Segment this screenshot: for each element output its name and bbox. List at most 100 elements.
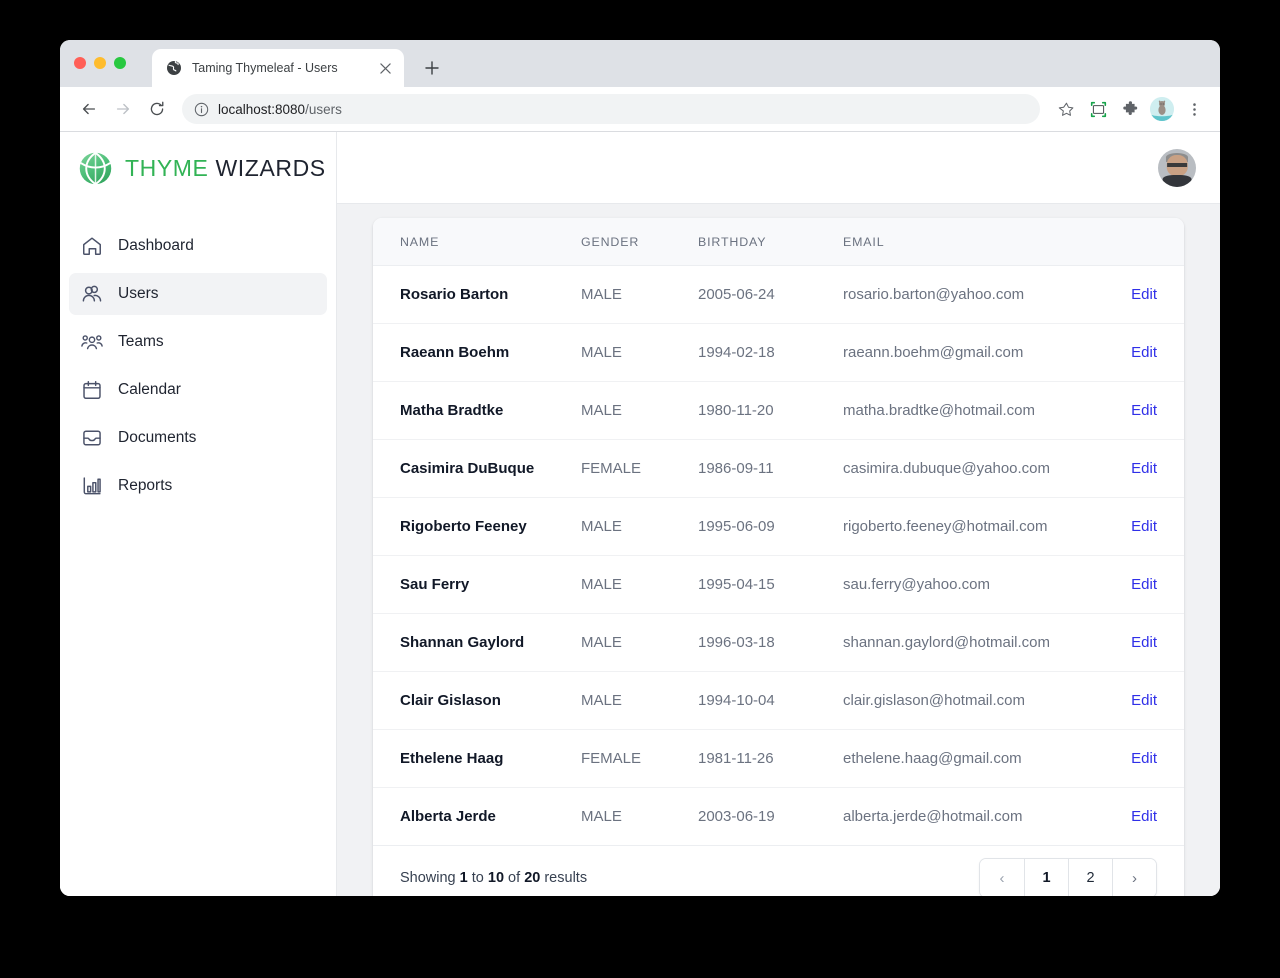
cell-birthday: 1995-06-09 bbox=[698, 497, 843, 556]
edit-link[interactable]: Edit bbox=[1131, 634, 1157, 651]
table-row[interactable]: Rosario Barton MALE 2005-06-24 rosario.b… bbox=[373, 265, 1184, 324]
home-icon bbox=[80, 235, 103, 258]
table-row[interactable]: Ethelene Haag FEMALE 1981-11-26 ethelene… bbox=[373, 729, 1184, 788]
table-header-row: NAME GENDER BIRTHDAY EMAIL bbox=[373, 218, 1184, 266]
sidebar-item-reports[interactable]: Reports bbox=[69, 465, 327, 507]
profile-avatar-icon[interactable] bbox=[1148, 95, 1176, 123]
cell-actions: Edit bbox=[1094, 787, 1184, 846]
extensions-puzzle-icon[interactable] bbox=[1116, 95, 1144, 123]
window-zoom-button[interactable] bbox=[114, 57, 126, 69]
cell-actions: Edit bbox=[1094, 497, 1184, 556]
cell-birthday: 1996-03-18 bbox=[698, 613, 843, 672]
table-row[interactable]: Alberta Jerde MALE 2003-06-19 alberta.je… bbox=[373, 787, 1184, 846]
cell-email: rosario.barton@yahoo.com bbox=[843, 265, 1094, 324]
cell-email: matha.bradtke@hotmail.com bbox=[843, 381, 1094, 440]
cell-actions: Edit bbox=[1094, 323, 1184, 382]
screen-capture-icon[interactable] bbox=[1084, 95, 1112, 123]
more-menu-icon[interactable] bbox=[1180, 95, 1208, 123]
pagination-page-1[interactable]: 1 bbox=[1024, 859, 1068, 896]
sidebar-item-documents[interactable]: Documents bbox=[69, 417, 327, 459]
showing-to: 10 bbox=[487, 870, 505, 886]
edit-link[interactable]: Edit bbox=[1131, 460, 1157, 477]
back-button[interactable] bbox=[74, 94, 104, 124]
table-row[interactable]: Raeann Boehm MALE 1994-02-18 raeann.boeh… bbox=[373, 323, 1184, 382]
edit-link[interactable]: Edit bbox=[1131, 750, 1157, 767]
globe-icon bbox=[166, 60, 182, 76]
table-row[interactable]: Casimira DuBuque FEMALE 1986-09-11 casim… bbox=[373, 439, 1184, 498]
calendar-icon bbox=[80, 379, 103, 402]
cell-email: alberta.jerde@hotmail.com bbox=[843, 787, 1094, 846]
edit-link[interactable]: Edit bbox=[1131, 402, 1157, 419]
cell-gender: MALE bbox=[581, 613, 698, 672]
address-bar[interactable]: localhost:8080/users bbox=[182, 94, 1040, 124]
showing-mid-one: to bbox=[467, 870, 488, 886]
app-logo[interactable]: THYME WIZARDS bbox=[60, 132, 336, 204]
sidebar-item-dashboard[interactable]: Dashboard bbox=[69, 225, 327, 267]
edit-link[interactable]: Edit bbox=[1131, 576, 1157, 593]
showing-mid-two: of bbox=[504, 870, 525, 886]
reload-button[interactable] bbox=[142, 94, 172, 124]
browser-tab-title: Taming Thymeleaf - Users bbox=[192, 61, 338, 75]
sidebar-item-users[interactable]: Users bbox=[69, 273, 327, 315]
cell-name: Sau Ferry bbox=[373, 555, 581, 614]
sidebar-item-label: Users bbox=[118, 285, 159, 302]
edit-link[interactable]: Edit bbox=[1131, 286, 1157, 303]
url-host: localhost:8080 bbox=[218, 101, 306, 117]
pagination-page-2[interactable]: 2 bbox=[1068, 859, 1112, 896]
table-row[interactable]: Clair Gislason MALE 1994-10-04 clair.gis… bbox=[373, 671, 1184, 730]
edit-link[interactable]: Edit bbox=[1131, 344, 1157, 361]
info-circle-icon[interactable] bbox=[194, 102, 209, 117]
pagination-next-button[interactable]: › bbox=[1112, 859, 1156, 896]
cell-birthday: 1994-10-04 bbox=[698, 671, 843, 730]
browser-toolbar: localhost:8080/users bbox=[60, 87, 1220, 132]
documents-inbox-icon bbox=[80, 427, 103, 450]
edit-link[interactable]: Edit bbox=[1131, 518, 1157, 535]
window-close-button[interactable] bbox=[74, 57, 86, 69]
users-table-head: NAME GENDER BIRTHDAY EMAIL bbox=[373, 218, 1184, 266]
sidebar-item-calendar[interactable]: Calendar bbox=[69, 369, 327, 411]
column-header-email[interactable]: EMAIL bbox=[843, 218, 1094, 266]
forward-button[interactable] bbox=[108, 94, 138, 124]
new-tab-button[interactable] bbox=[418, 54, 446, 82]
content-area: NAME GENDER BIRTHDAY EMAIL Rosario Barto… bbox=[337, 204, 1220, 896]
cell-birthday: 1980-11-20 bbox=[698, 381, 843, 440]
cell-birthday: 1986-09-11 bbox=[698, 439, 843, 498]
cell-actions: Edit bbox=[1094, 381, 1184, 440]
pagination-prev-button[interactable]: ‹ bbox=[980, 859, 1024, 896]
cell-name: Rigoberto Feeney bbox=[373, 497, 581, 556]
table-row[interactable]: Matha Bradtke MALE 1980-11-20 matha.brad… bbox=[373, 381, 1184, 440]
users-table-body: Rosario Barton MALE 2005-06-24 rosario.b… bbox=[373, 265, 1184, 846]
cell-actions: Edit bbox=[1094, 555, 1184, 614]
showing-suffix: results bbox=[540, 870, 588, 886]
sidebar-item-label: Reports bbox=[118, 477, 173, 494]
address-bar-url: localhost:8080/users bbox=[218, 102, 342, 117]
table-row[interactable]: Shannan Gaylord MALE 1996-03-18 shannan.… bbox=[373, 613, 1184, 672]
table-row[interactable]: Rigoberto Feeney MALE 1995-06-09 rigober… bbox=[373, 497, 1184, 556]
cell-email: sau.ferry@yahoo.com bbox=[843, 555, 1094, 614]
window-minimize-button[interactable] bbox=[94, 57, 106, 69]
table-row[interactable]: Sau Ferry MALE 1995-04-15 sau.ferry@yaho… bbox=[373, 555, 1184, 614]
avatar-glasses bbox=[1167, 162, 1187, 167]
cell-name: Alberta Jerde bbox=[373, 787, 581, 846]
close-icon[interactable] bbox=[376, 59, 394, 77]
sidebar-nav: Dashboard Users Teams Calendar Documents… bbox=[60, 204, 336, 507]
cell-birthday: 1994-02-18 bbox=[698, 323, 843, 382]
user-profile-avatar[interactable] bbox=[1158, 148, 1196, 187]
browser-tab[interactable]: Taming Thymeleaf - Users bbox=[152, 49, 404, 87]
column-header-birthday[interactable]: BIRTHDAY bbox=[698, 218, 843, 266]
cell-email: shannan.gaylord@hotmail.com bbox=[843, 613, 1094, 672]
cell-birthday: 1995-04-15 bbox=[698, 555, 843, 614]
edit-link[interactable]: Edit bbox=[1131, 692, 1157, 709]
sidebar-item-label: Teams bbox=[118, 333, 164, 350]
cell-gender: MALE bbox=[581, 671, 698, 730]
column-header-name[interactable]: NAME bbox=[373, 218, 581, 266]
sidebar-item-teams[interactable]: Teams bbox=[69, 321, 327, 363]
bookmark-star-icon[interactable] bbox=[1052, 95, 1080, 123]
column-header-gender[interactable]: GENDER bbox=[581, 218, 698, 266]
cell-actions: Edit bbox=[1094, 671, 1184, 730]
results-summary: Showing 1 to 10 of 20 results bbox=[400, 870, 587, 886]
browser-window: Taming Thymeleaf - Users localhost:8080/… bbox=[60, 40, 1220, 896]
showing-prefix: Showing bbox=[400, 870, 460, 886]
cell-actions: Edit bbox=[1094, 613, 1184, 672]
edit-link[interactable]: Edit bbox=[1131, 808, 1157, 825]
